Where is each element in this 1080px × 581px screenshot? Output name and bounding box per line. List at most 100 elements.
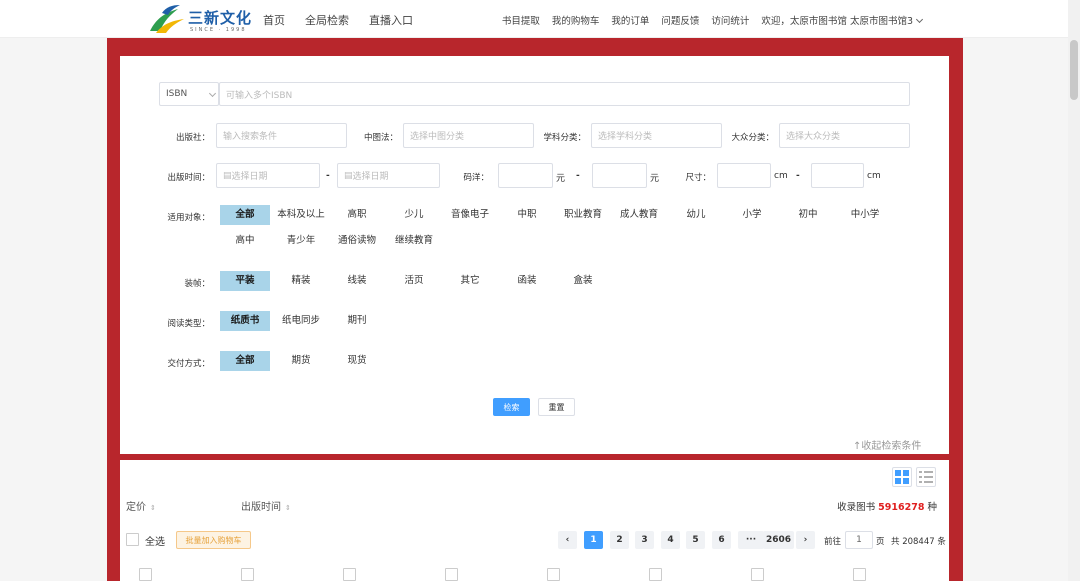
public-category-label: 大众分类： <box>731 133 774 143</box>
audience-option[interactable]: 音像电子 <box>445 205 495 225</box>
search-button[interactable]: 检索 <box>493 398 530 416</box>
total-count: 5916278 <box>878 502 925 513</box>
item-checkbox[interactable] <box>547 568 560 581</box>
goto-page-input[interactable]: 1 <box>845 531 873 549</box>
page-button[interactable]: 2 <box>610 531 629 549</box>
price-range-dash: - <box>576 171 580 181</box>
logo-mark-icon <box>150 5 184 33</box>
audience-option[interactable]: 继续教育 <box>389 231 439 251</box>
scrollbar-thumb[interactable] <box>1070 40 1078 100</box>
list-view-button[interactable] <box>916 467 936 487</box>
audience-option[interactable]: 职业教育 <box>558 205 608 225</box>
user-menu[interactable]: 欢迎，太原市图书馆 太原市图书馆3 <box>761 13 924 27</box>
pubdate-end-input[interactable]: ▤ 选择日期 <box>337 163 440 188</box>
sort-pubdate[interactable]: 出版时间 ⇕ <box>241 498 291 513</box>
logo-subtitle: SINCE · 1998 <box>190 27 247 33</box>
audience-option[interactable]: 本科及以上 <box>276 205 326 225</box>
read-type-option[interactable]: 纸质书 <box>220 311 270 331</box>
batch-add-cart-button[interactable]: 批量加入购物车 <box>176 531 251 549</box>
nav-live[interactable]: 直播入口 <box>369 12 413 28</box>
binding-option[interactable]: 精装 <box>276 271 326 291</box>
audience-option[interactable]: 青少年 <box>276 231 326 251</box>
audience-option[interactable]: 中职 <box>502 205 552 225</box>
collapse-filters-link[interactable]: ↑收起检索条件 <box>853 437 921 452</box>
nav-feedback[interactable]: 问题反馈 <box>661 13 699 27</box>
nav-stats[interactable]: 访问统计 <box>711 13 749 27</box>
size-min-input[interactable] <box>717 163 771 188</box>
prev-page-button[interactable]: ‹ <box>558 531 577 549</box>
item-checkbox[interactable] <box>139 568 152 581</box>
size-label: 尺寸： <box>685 173 711 183</box>
nav-global-search[interactable]: 全局检索 <box>305 12 349 28</box>
read-type-option[interactable]: 期刊 <box>332 311 382 331</box>
page-button[interactable]: 1 <box>584 531 603 549</box>
binding-label: 装帧： <box>184 279 210 289</box>
page-button[interactable]: ··· <box>738 531 764 549</box>
item-checkbox[interactable] <box>343 568 356 581</box>
audience-option[interactable]: 高职 <box>332 205 382 225</box>
size-max-input[interactable] <box>811 163 864 188</box>
audience-option[interactable]: 通俗读物 <box>332 231 382 251</box>
nav-cart[interactable]: 我的购物车 <box>552 13 600 27</box>
page-button[interactable]: 6 <box>712 531 731 549</box>
sort-price[interactable]: 定价 ⇕ <box>126 498 156 513</box>
audience-option[interactable]: 高中 <box>220 231 270 251</box>
next-page-button[interactable]: › <box>796 531 815 549</box>
item-checkbox[interactable] <box>445 568 458 581</box>
delivery-option[interactable]: 现货 <box>332 351 382 371</box>
user-nav: 书目提取 我的购物车 我的订单 问题反馈 访问统计 欢迎，太原市图书馆 太原市图… <box>502 13 924 27</box>
nav-catalog-extract[interactable]: 书目提取 <box>502 13 540 27</box>
audience-option[interactable]: 中小学 <box>840 205 890 225</box>
delivery-option[interactable]: 全部 <box>220 351 270 371</box>
main-nav: 首页 全局检索 直播入口 <box>263 12 413 28</box>
nav-orders[interactable]: 我的订单 <box>611 13 649 27</box>
date-start-placeholder: 选择日期 <box>231 172 268 182</box>
audience-option[interactable]: 成人教育 <box>614 205 664 225</box>
pubdate-start-input[interactable]: ▤ 选择日期 <box>216 163 320 188</box>
public-category-select[interactable]: 选择大众分类 <box>779 123 910 148</box>
select-all-checkbox[interactable] <box>126 533 139 546</box>
subject-placeholder: 选择学科分类 <box>598 132 653 142</box>
page-button[interactable]: 2606 <box>763 531 795 549</box>
publisher-input[interactable]: 输入搜索条件 <box>216 123 347 148</box>
clc-select[interactable]: 选择中图分类 <box>403 123 534 148</box>
price-max-input[interactable] <box>592 163 647 188</box>
audience-option[interactable]: 全部 <box>220 205 270 225</box>
audience-option[interactable]: 小学 <box>727 205 777 225</box>
clc-placeholder: 选择中图分类 <box>410 132 465 142</box>
item-checkbox[interactable] <box>241 568 254 581</box>
logo[interactable]: 三新文化 SINCE · 1998 <box>148 3 251 35</box>
page-button[interactable]: 3 <box>635 531 654 549</box>
binding-option[interactable]: 活页 <box>389 271 439 291</box>
page-button[interactable]: 4 <box>661 531 680 549</box>
binding-option[interactable]: 平装 <box>220 271 270 291</box>
binding-option[interactable]: 函装 <box>502 271 552 291</box>
subject-select[interactable]: 选择学科分类 <box>591 123 722 148</box>
price-min-input[interactable] <box>498 163 553 188</box>
isbn-input[interactable]: 可输入多个ISBN <box>219 82 910 106</box>
item-checkbox[interactable] <box>649 568 662 581</box>
logo-text: 三新文化 <box>188 9 253 27</box>
binding-option[interactable]: 盒装 <box>558 271 608 291</box>
size-max-unit: cm <box>867 171 881 181</box>
publisher-placeholder: 输入搜索条件 <box>223 132 278 142</box>
page-button[interactable]: 5 <box>686 531 705 549</box>
read-type-label: 阅读类型： <box>167 319 210 329</box>
delivery-option[interactable]: 期货 <box>276 351 326 371</box>
binding-option[interactable]: 线装 <box>332 271 382 291</box>
item-checkbox[interactable] <box>751 568 764 581</box>
audience-option[interactable]: 幼儿 <box>671 205 721 225</box>
page-scrollbar[interactable] <box>1068 0 1080 581</box>
grid-view-button[interactable] <box>892 467 912 487</box>
nav-home[interactable]: 首页 <box>263 12 285 28</box>
price-label: 码洋： <box>463 173 489 183</box>
size-min-unit: cm <box>774 171 788 181</box>
binding-option[interactable]: 其它 <box>445 271 495 291</box>
calendar-icon: ▤ <box>223 170 232 181</box>
reset-button[interactable]: 重置 <box>538 398 575 416</box>
audience-option[interactable]: 初中 <box>783 205 833 225</box>
isbn-type-select[interactable]: ISBN <box>159 82 219 106</box>
audience-option[interactable]: 少儿 <box>389 205 439 225</box>
item-checkbox[interactable] <box>853 568 866 581</box>
read-type-option[interactable]: 纸电同步 <box>276 311 326 331</box>
